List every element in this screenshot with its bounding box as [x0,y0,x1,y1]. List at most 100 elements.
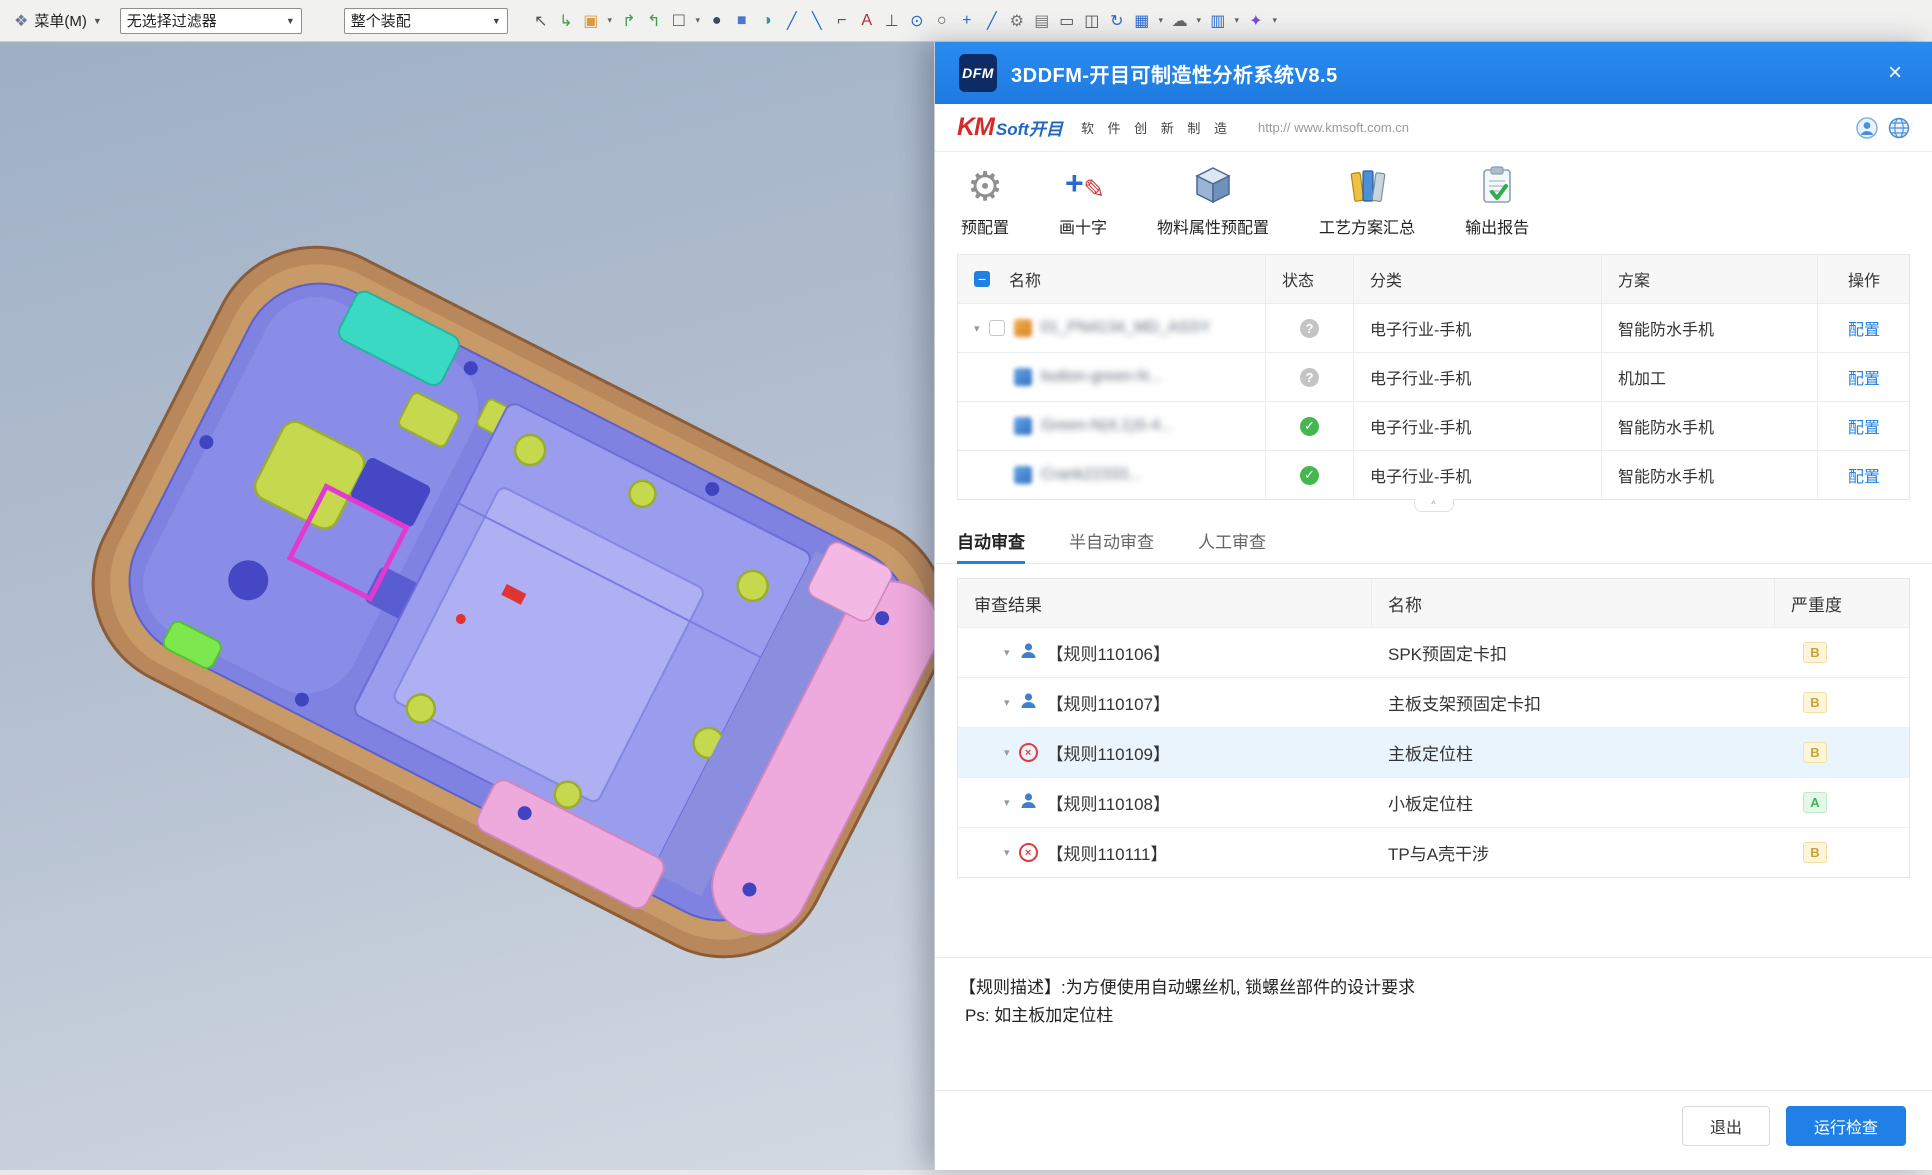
configure-link[interactable]: 配置 [1848,365,1880,389]
gear-icon: ⚙ [967,169,1003,205]
review-row-selected[interactable]: ▾ × 【规则110109】 主板定位柱 B [958,727,1909,777]
severity-badge: B [1803,692,1827,713]
configure-link[interactable]: 配置 [1848,414,1880,438]
shaded-view-icon[interactable]: ● [706,8,728,34]
collapse-table-button[interactable]: ^ [1414,499,1454,512]
review-row[interactable]: ▾ × 【规则110111】 TP与A壳干涉 B [958,827,1909,877]
viewport-3d-model-phone[interactable] [0,42,934,1170]
snapshot-icon[interactable]: ◫ [1081,8,1103,34]
help-globe-icon[interactable] [1888,117,1910,139]
layers-caret-icon[interactable]: ▾ [1232,8,1242,34]
collapse-icon: ^ [1431,499,1435,509]
rule-id: 【规则110108】 [1047,790,1170,815]
draw-cross-button[interactable]: +✎ 画十字 [1059,163,1107,238]
cloud-caret-icon[interactable]: ▾ [1194,8,1204,34]
polyline-tool-icon[interactable]: ╲ [806,8,828,34]
tab-manual-review[interactable]: 人工审查 [1198,518,1266,563]
review-row[interactable]: ▾ 【规则110107】 主板支架预固定卡扣 B [958,677,1909,727]
col-severity-header: 严重度 [1775,579,1910,627]
assembly-part-icon [1014,319,1032,337]
select-all-checkbox[interactable]: − [974,271,990,287]
rule-description: 【规则描述】:为方便使用自动螺丝机, 锁螺丝部件的设计要求 Ps: 如主板加定位… [935,957,1932,1040]
expand-caret-icon[interactable]: ▾ [1004,746,1010,759]
reviewer-person-icon [1019,641,1038,665]
tab-auto-review[interactable]: 自动审查 [957,518,1025,563]
layers-icon[interactable]: ▥ [1207,8,1229,34]
config-table-row[interactable]: button-green-N... ? 电子行业-手机 机加工 配置 [958,352,1909,401]
user-account-icon[interactable] [1856,117,1878,139]
part-icon [1014,466,1032,484]
preconfig-button[interactable]: ⚙ 预配置 [961,163,1009,238]
draw-cross-label: 画十字 [1059,214,1107,238]
image-tool-icon[interactable]: ▣ [580,8,602,34]
gear-edit-icon[interactable]: ⚙ [1006,8,1028,34]
half-render-icon[interactable]: ◑ [756,8,778,34]
expand-caret-icon[interactable]: ▾ [1004,696,1010,709]
exit-button[interactable]: 退出 [1682,1106,1770,1146]
rule-name: 小板定位柱 [1372,778,1775,827]
config-table: − 名称 状态 分类 方案 操作 ▾ 01_PN4134_MD_ASSY ? 电… [957,254,1910,500]
close-icon[interactable]: × [1882,57,1908,89]
rule-description-line1: 【规则描述】:为方便使用自动螺丝机, 锁螺丝部件的设计要求 [959,974,1908,1002]
cross-tool-icon[interactable]: + [956,8,978,34]
grid-caret-icon[interactable]: ▾ [1156,8,1166,34]
circle-tool-icon[interactable]: ○ [931,8,953,34]
line-tool-icon[interactable]: ╱ [781,8,803,34]
selection-caret-icon[interactable]: ▾ [693,8,703,34]
config-table-row[interactable]: Crank22333... ✓ 电子行业-手机 智能防水手机 配置 [958,450,1909,499]
row-checkbox[interactable] [989,320,1005,336]
select-tool-icon[interactable]: ↖ [530,8,552,34]
top-toolbar: ❖ 菜单(M) ▼ 无选择过滤器 ▼ 整个装配 ▼ ↖↳▣▾↱↰☐▾●■◑╱╲⌐… [0,0,1932,42]
part-name: Green-N(4,1)S-4... [1041,417,1173,435]
run-check-button[interactable]: 运行检查 [1786,1106,1906,1146]
clipboard-icon[interactable]: ▤ [1031,8,1053,34]
diagonal-tool-icon[interactable]: ╱ [981,8,1003,34]
expand-caret-icon[interactable]: ▾ [974,322,980,335]
effects-icon[interactable]: ✦ [1245,8,1267,34]
expand-caret-icon[interactable]: ▾ [1004,846,1010,859]
export-part-icon[interactable]: ↰ [643,8,665,34]
text-annotate-icon[interactable]: A [856,8,878,34]
rule-id: 【规则110111】 [1047,840,1168,865]
selection-box-icon[interactable]: ☐ [668,8,690,34]
main-menu-button[interactable]: ❖ 菜单(M) ▼ [10,10,106,31]
severity-badge: B [1803,842,1827,863]
col-name-header: 名称 [1009,267,1041,291]
expand-caret-icon[interactable]: ▾ [1004,646,1010,659]
col-action-header: 操作 [1818,255,1910,303]
window-view-icon[interactable]: ▭ [1056,8,1078,34]
col-status-header: 状态 [1266,255,1354,303]
expand-caret-icon[interactable]: ▾ [1004,796,1010,809]
solid-view-icon[interactable]: ■ [731,8,753,34]
report-check-icon [1479,163,1515,205]
material-preconfig-button[interactable]: 物料属性预配置 [1157,163,1269,238]
brand-bar: KM Soft开目 软 件 创 新 制 造 http:// www.kmsoft… [935,104,1932,152]
configure-link[interactable]: 配置 [1848,316,1880,340]
center-circle-icon[interactable]: ⊙ [906,8,928,34]
pan-tool-icon[interactable]: ↳ [555,8,577,34]
review-row[interactable]: ▾ 【规则110106】 SPK预固定卡扣 B [958,627,1909,677]
tab-semi-auto-review[interactable]: 半自动审查 [1069,518,1154,563]
part-name: 01_PN4134_MD_ASSY [1041,319,1211,337]
assembly-scope-dropdown[interactable]: 整个装配 ▼ [344,8,508,34]
refresh-icon[interactable]: ↻ [1106,8,1128,34]
config-table-row[interactable]: Green-N(4,1)S-4... ✓ 电子行业-手机 智能防水手机 配置 [958,401,1909,450]
output-report-button[interactable]: 输出报告 [1465,163,1529,238]
perpendicular-icon[interactable]: ⊥ [881,8,903,34]
corner-tool-icon[interactable]: ⌐ [831,8,853,34]
review-row[interactable]: ▾ 【规则110108】 小板定位柱 A [958,777,1909,827]
cloud-tool-icon[interactable]: ☁ [1169,8,1191,34]
effects-caret-icon[interactable]: ▾ [1270,8,1280,34]
grid-view-icon[interactable]: ▦ [1131,8,1153,34]
import-part-icon[interactable]: ↱ [618,8,640,34]
kmsoft-logo-text: Soft开目 [996,115,1063,140]
image-caret-icon[interactable]: ▾ [605,8,615,34]
rule-failed-icon: × [1019,843,1038,862]
process-summary-button[interactable]: 工艺方案汇总 [1319,163,1415,238]
config-table-row[interactable]: ▾ 01_PN4134_MD_ASSY ? 电子行业-手机 智能防水手机 配置 [958,303,1909,352]
col-rule-name-header: 名称 [1372,579,1775,627]
configure-link[interactable]: 配置 [1848,463,1880,487]
app-logo-icon: ❖ [14,11,28,31]
dialog-footer: 退出 运行检查 [935,1090,1932,1170]
selection-filter-dropdown[interactable]: 无选择过滤器 ▼ [120,8,302,34]
